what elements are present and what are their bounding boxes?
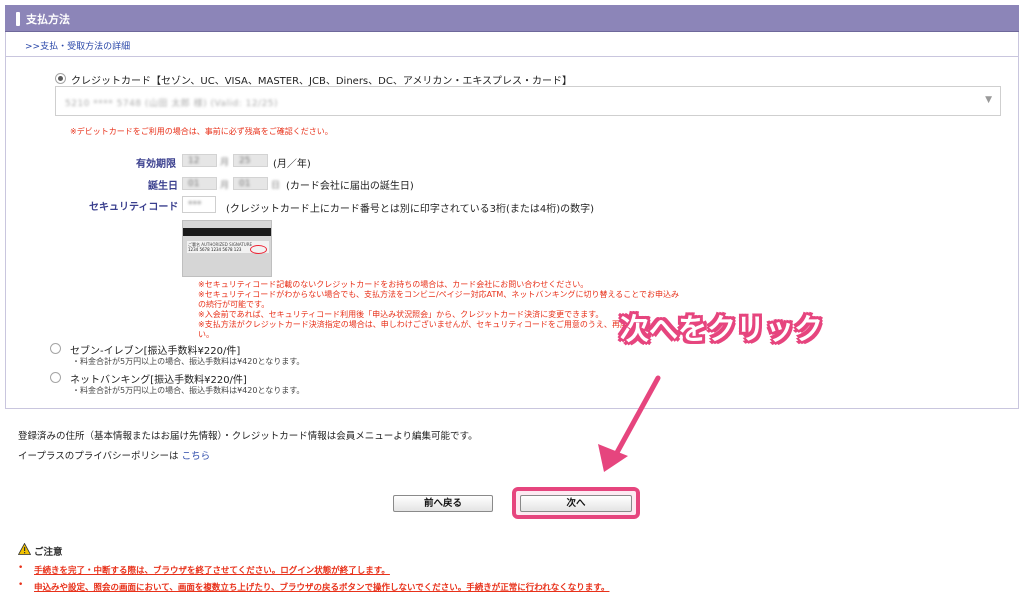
privacy-text: イープラスのプライバシーポリシーは こちら bbox=[18, 451, 211, 462]
expiry-label: 有効期限 bbox=[136, 159, 176, 170]
card-select-value: 5210 **** 5748 (山田 太郎 様) (Valid: 12/25) bbox=[65, 99, 279, 109]
caution-item: 申込みや設定、照会の画面において、画面を複数立ち上げたり、ブラウザの戻るボタンで… bbox=[34, 583, 610, 593]
expiry-note: (月／年) bbox=[273, 159, 311, 170]
card-back-image: ご署名 AUTHORIZED SIGNATURE 1234 5678 1234 … bbox=[182, 220, 272, 277]
click-next-callout: 次へをクリック bbox=[620, 312, 824, 346]
credit-card-radio[interactable] bbox=[55, 73, 66, 84]
bullet-icon: • bbox=[18, 563, 24, 573]
seven-eleven-label: セブン-イレブン[振込手数料¥220/件] bbox=[70, 346, 241, 357]
birthday-note: (カード会社に届出の誕生日) bbox=[286, 181, 414, 192]
arrow-icon bbox=[598, 375, 661, 472]
security-note: (クレジットカード上にカード番号とは別に印字されている3桁(または4桁)の数字) bbox=[226, 204, 595, 215]
caution-item: 手続きを完了・中断する際は、ブラウザを終了させてください。ログイン状態が終了しま… bbox=[34, 566, 390, 576]
bullet-icon: • bbox=[18, 580, 24, 590]
expiry-year-select[interactable]: 25 bbox=[233, 154, 268, 167]
net-banking-label: ネットバンキング[振込手数料¥220/件] bbox=[70, 375, 247, 386]
birth-day-select[interactable]: 01 bbox=[233, 177, 268, 190]
security-label: セキュリティコード bbox=[89, 202, 179, 213]
privacy-policy-link[interactable]: こちら bbox=[182, 451, 211, 462]
security-code-input[interactable]: *** bbox=[182, 196, 216, 213]
header-bar-icon bbox=[16, 12, 20, 26]
edit-info-text: 登録済みの住所（基本情報またはお届け先情報）・クレジットカード情報は会員メニュー… bbox=[18, 431, 478, 442]
caution-title: ご注意 bbox=[34, 547, 63, 558]
birth-month-select[interactable]: 01 bbox=[182, 177, 217, 190]
net-banking-note: ・料金合計が5万円以上の場合、振込手数料は¥420となります。 bbox=[72, 386, 305, 395]
net-banking-radio[interactable] bbox=[50, 372, 61, 383]
section-title: 支払方法 bbox=[26, 13, 70, 26]
debit-note: ※デビットカードをご利用の場合は、事前に必ず残高をご確認ください。 bbox=[70, 127, 333, 136]
seven-eleven-radio[interactable] bbox=[50, 343, 61, 354]
security-note-line: ※セキュリティコードがわからない場合でも、支払方法をコンビニ/ペイジー対応ATM… bbox=[198, 290, 679, 299]
expiry-month-select[interactable]: 12 bbox=[182, 154, 217, 167]
detail-row: >>支払・受取方法の詳細 bbox=[5, 32, 1019, 57]
chevron-down-icon: ▼ bbox=[985, 95, 992, 105]
warning-icon bbox=[18, 543, 31, 555]
security-note-line: ※セキュリティコード記載のないクレジットカードをお持ちの場合は、カード会社にお問… bbox=[198, 280, 589, 289]
seven-eleven-note: ・料金合計が5万円以上の場合、振込手数料は¥420となります。 bbox=[72, 357, 305, 366]
credit-card-label: クレジットカード【セゾン、UC、VISA、MASTER、JCB、Diners、D… bbox=[71, 76, 573, 87]
payment-details-link[interactable]: >>支払・受取方法の詳細 bbox=[25, 39, 130, 52]
birth-month-unit: 月 bbox=[220, 181, 230, 191]
back-button[interactable]: 前へ戻る bbox=[393, 495, 493, 512]
expiry-month-unit: 月 bbox=[220, 158, 230, 168]
birthday-label: 誕生日 bbox=[148, 181, 178, 192]
birth-day-unit: 日 bbox=[271, 181, 281, 191]
card-select[interactable]: 5210 **** 5748 (山田 太郎 様) (Valid: 12/25) … bbox=[55, 86, 1001, 116]
security-code-highlight bbox=[250, 245, 267, 254]
section-header: 支払方法 bbox=[5, 5, 1019, 32]
next-button[interactable]: 次へ bbox=[520, 495, 632, 512]
